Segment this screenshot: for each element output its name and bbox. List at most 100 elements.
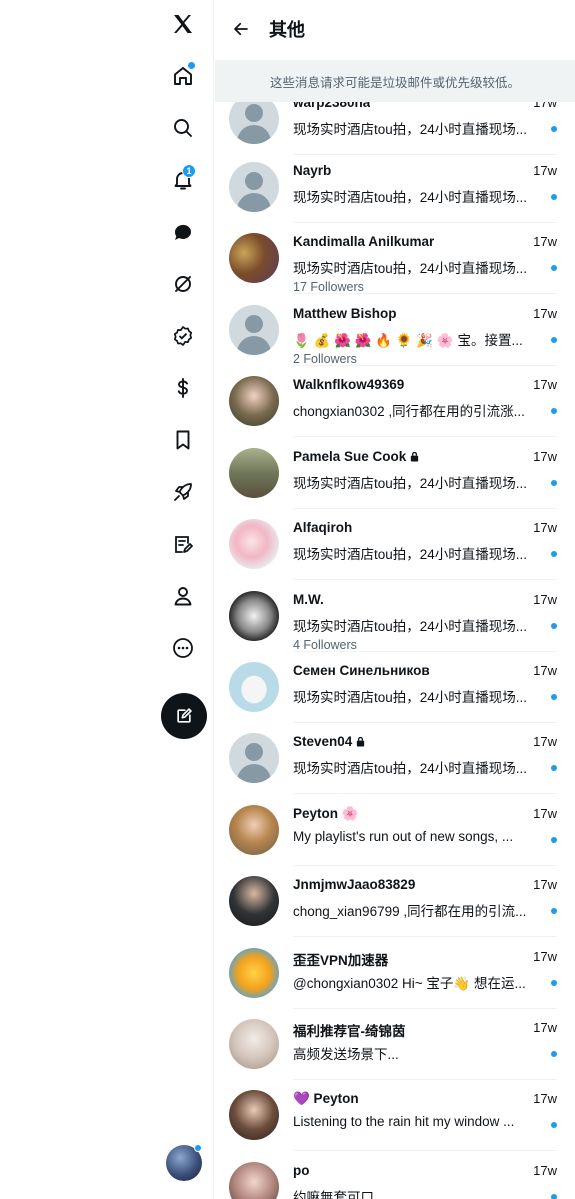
sender-name-text: 💜 Peyton <box>293 1091 359 1106</box>
sender-name-text: Peyton 🌸 <box>293 806 359 821</box>
conversation-row[interactable]: Alfaqiroh 17w 现场实时酒店tou拍，24小时直播现场... <box>215 509 575 580</box>
sender-name: Alfaqiroh <box>293 520 352 535</box>
timestamp: 17w <box>533 377 557 392</box>
avatar[interactable] <box>229 162 279 212</box>
profile-icon[interactable] <box>158 576 208 616</box>
conversation-row[interactable]: Matthew Bishop 17w 🌷 💰 🌺 🌺 🔥 🌻 🎉 🌸 宝。接置...… <box>215 295 575 366</box>
sender-name: 💜 Peyton <box>293 1091 359 1107</box>
sender-name: Nayrb <box>293 163 331 178</box>
conversation-row[interactable]: 福利推荐官-绮锦茵 17w 高频发送场景下... <box>215 1009 575 1080</box>
verified-icon[interactable] <box>158 316 208 356</box>
conversation-row[interactable]: 💜 Peyton 17w Listening to the rain hit my … <box>215 1080 575 1151</box>
unread-dot <box>551 551 557 557</box>
unread-dot <box>551 408 557 414</box>
message-preview: 约嘛無套可口 <box>293 1190 374 1199</box>
message-preview: 现场实时酒店tou拍，24小时直播现场... <box>293 547 528 562</box>
rocket-icon[interactable] <box>158 472 208 512</box>
sender-name-text: Pamela Sue Cook <box>293 449 407 464</box>
compose-button[interactable] <box>161 693 207 739</box>
conversation-row[interactable]: JnmjmwJaao83829 17w chong_xian96799 ,同行都在用… <box>215 866 575 937</box>
unread-dot <box>551 1194 557 1199</box>
avatar[interactable] <box>229 662 279 712</box>
x-logo-icon[interactable] <box>158 4 208 44</box>
message-preview: Listening to the rain hit my window ... <box>293 1114 515 1129</box>
sender-name: Pamela Sue Cook <box>293 449 420 464</box>
unread-dot <box>551 980 557 986</box>
unread-dot <box>551 837 557 843</box>
conversation-row[interactable]: Pamela Sue Cook 17w 现场实时酒店tou拍，24小时直播现场... <box>215 438 575 509</box>
unread-dot <box>551 908 557 914</box>
timestamp: 17w <box>533 949 557 964</box>
unread-dot <box>551 623 557 629</box>
avatar[interactable] <box>229 948 279 998</box>
row-divider <box>293 1150 557 1151</box>
sender-name-text: Steven04 <box>293 734 353 749</box>
conversation-row[interactable]: Nayrb 17w 现场实时酒店tou拍，24小时直播现场... <box>215 152 575 223</box>
search-icon[interactable] <box>158 108 208 148</box>
conversation-row[interactable]: Семен Синельников 17w 现场实时酒店tou拍，24小时直播现场.… <box>215 652 575 723</box>
sender-name-text: 福利推荐官-绮锦茵 <box>293 1024 406 1039</box>
notifications-icon[interactable]: 1 <box>158 160 208 200</box>
sender-name: Matthew Bishop <box>293 306 397 321</box>
edit-note-icon[interactable] <box>158 524 208 564</box>
sender-name: Kandimalla Anilkumar <box>293 234 434 249</box>
avatar[interactable] <box>229 1019 279 1069</box>
messages-icon[interactable] <box>158 212 208 252</box>
avatar[interactable] <box>229 733 279 783</box>
more-icon[interactable] <box>158 628 208 668</box>
conversation-row[interactable]: Walknflkow49369 17w chongxian0302 ,同行都在用的引… <box>215 366 575 437</box>
conversation-row[interactable]: Kandimalla Anilkumar 17w 现场实时酒店tou拍，24小时直播… <box>215 223 575 294</box>
avatar[interactable] <box>229 876 279 926</box>
unread-dot <box>551 337 557 343</box>
message-preview: 现场实时酒店tou拍，24小时直播现场... <box>293 690 528 705</box>
conversation-row[interactable]: Steven04 17w 现场实时酒店tou拍，24小时直播现场... <box>215 723 575 794</box>
unread-dot <box>551 480 557 486</box>
timestamp: 17w <box>533 806 557 821</box>
avatar[interactable] <box>229 519 279 569</box>
sender-name: Steven04 <box>293 734 366 749</box>
avatar[interactable] <box>229 1162 279 1199</box>
conversation-row[interactable]: po 17w 约嘛無套可口 <box>215 1152 575 1199</box>
sender-name: po <box>293 1163 310 1178</box>
timestamp: 17w <box>533 1091 557 1106</box>
avatar[interactable] <box>229 305 279 355</box>
unread-dot <box>551 1122 557 1128</box>
account-unread-dot <box>194 1144 202 1152</box>
sender-name: JnmjmwJaao83829 <box>293 877 415 892</box>
conversation-row[interactable]: 歪歪VPN加速器 17w @chongxian0302 Hi~ 宝子👋 想在运... <box>215 938 575 1009</box>
unread-dot <box>551 1051 557 1057</box>
sender-name: Семен Синельников <box>293 663 430 678</box>
home-icon[interactable] <box>158 56 208 96</box>
sender-name: M.W. <box>293 592 324 607</box>
message-preview: 现场实时酒店tou拍，24小时直播现场... <box>293 619 528 634</box>
monetization-icon[interactable] <box>158 368 208 408</box>
timestamp: 17w <box>533 663 557 678</box>
bookmark-icon[interactable] <box>158 420 208 460</box>
conversation-row[interactable]: Peyton 🌸 17w My playlist's run out of new … <box>215 795 575 866</box>
message-preview: My playlist's run out of new songs, ... <box>293 829 514 844</box>
avatar[interactable] <box>229 1090 279 1140</box>
sender-name-text: Alfaqiroh <box>293 520 353 535</box>
timestamp: 17w <box>533 163 557 178</box>
avatar[interactable] <box>229 448 279 498</box>
avatar[interactable] <box>229 591 279 641</box>
message-preview: 🌷 💰 🌺 🌺 🔥 🌻 🎉 🌸 宝。接置... <box>293 333 523 348</box>
follower-count: 2 Followers <box>293 352 357 366</box>
account-avatar[interactable] <box>166 1144 202 1181</box>
message-preview: 现场实时酒店tou拍，24小时直播现场... <box>293 122 528 137</box>
avatar[interactable] <box>229 805 279 855</box>
sender-name-text: Kandimalla Anilkumar <box>293 234 435 249</box>
timestamp: 17w <box>533 877 557 892</box>
avatar[interactable] <box>229 376 279 426</box>
message-preview: 现场实时酒店tou拍，24小时直播现场... <box>293 761 528 776</box>
grok-icon[interactable] <box>158 264 208 304</box>
timestamp: 17w <box>533 592 557 607</box>
row-divider <box>293 293 557 294</box>
avatar[interactable] <box>229 233 279 283</box>
home-unread-dot <box>188 62 195 69</box>
sender-name-text: po <box>293 1163 310 1178</box>
back-button[interactable] <box>229 17 253 41</box>
sender-name: Peyton 🌸 <box>293 806 359 822</box>
conversation-row[interactable]: M.W. 17w 现场实时酒店tou拍，24小时直播现场... 4 Followers <box>215 581 575 652</box>
timestamp: 17w <box>533 1020 557 1035</box>
